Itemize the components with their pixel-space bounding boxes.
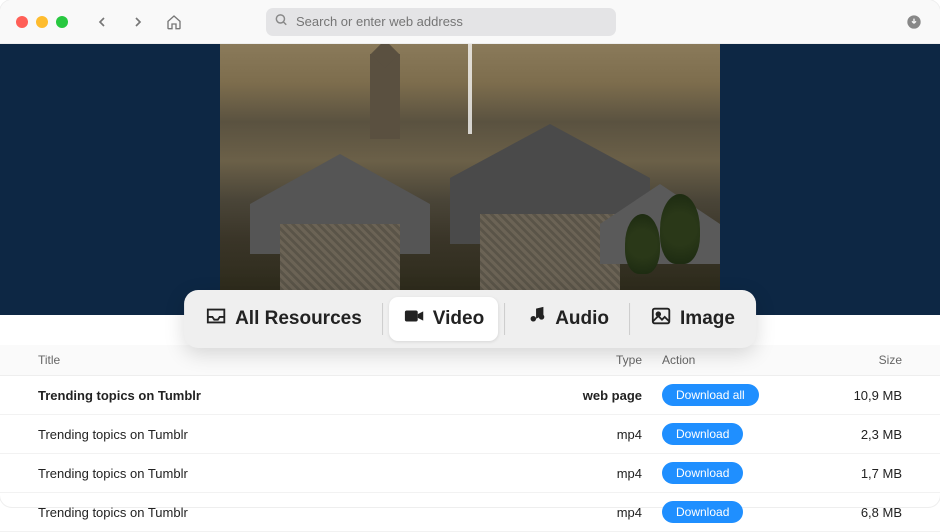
cell-title: Trending topics on Tumblr — [38, 388, 522, 403]
address-bar[interactable] — [266, 8, 616, 36]
cell-size: 1,7 MB — [782, 466, 902, 481]
table-row: Trending topics on Tumblr mp4 Download 6… — [0, 493, 940, 532]
download-button[interactable]: Download — [662, 462, 743, 484]
cell-size: 2,3 MB — [782, 427, 902, 442]
tab-separator — [382, 303, 383, 335]
cell-type: mp4 — [522, 466, 662, 481]
tab-label: All Resources — [235, 308, 362, 330]
download-button[interactable]: Download — [662, 423, 743, 445]
titlebar — [0, 0, 940, 44]
video-icon — [403, 305, 425, 333]
tab-audio[interactable]: Audio — [511, 297, 623, 341]
tab-separator — [629, 303, 630, 335]
resource-tabs: All Resources Video Audio Image — [184, 290, 756, 348]
tab-label: Image — [680, 308, 735, 330]
table-row: Trending topics on Tumblr mp4 Download 2… — [0, 415, 940, 454]
download-button[interactable]: Download — [662, 501, 743, 523]
table-header: Title Type Action Size — [0, 345, 940, 376]
downloads-button[interactable] — [896, 8, 924, 36]
tab-separator — [504, 303, 505, 335]
back-button[interactable] — [88, 8, 116, 36]
address-bar-wrap — [266, 8, 616, 36]
header-type: Type — [522, 353, 662, 367]
inbox-icon — [205, 305, 227, 333]
forward-button[interactable] — [124, 8, 152, 36]
image-icon — [650, 305, 672, 333]
hero-image — [220, 44, 720, 304]
tab-image[interactable]: Image — [636, 297, 749, 341]
table-row: Trending topics on Tumblr mp4 Download 1… — [0, 454, 940, 493]
tab-all-resources[interactable]: All Resources — [191, 297, 376, 341]
audio-icon — [525, 305, 547, 333]
tab-label: Video — [433, 308, 484, 330]
download-all-button[interactable]: Download all — [662, 384, 759, 406]
cell-type: web page — [522, 388, 662, 403]
header-action: Action — [662, 353, 782, 367]
search-icon — [274, 12, 288, 31]
header-size: Size — [782, 353, 902, 367]
cell-title: Trending topics on Tumblr — [38, 427, 522, 442]
cell-size: 10,9 MB — [782, 388, 902, 403]
hero-area — [0, 44, 940, 315]
maximize-window-button[interactable] — [56, 16, 68, 28]
cell-type: mp4 — [522, 427, 662, 442]
header-title: Title — [38, 353, 522, 367]
window-controls — [16, 16, 68, 28]
minimize-window-button[interactable] — [36, 16, 48, 28]
home-button[interactable] — [160, 8, 188, 36]
tab-label: Audio — [555, 308, 609, 330]
resource-table: Title Type Action Size Trending topics o… — [0, 345, 940, 532]
close-window-button[interactable] — [16, 16, 28, 28]
table-row: Trending topics on Tumblr web page Downl… — [0, 376, 940, 415]
tab-video[interactable]: Video — [389, 297, 498, 341]
cell-title: Trending topics on Tumblr — [38, 466, 522, 481]
